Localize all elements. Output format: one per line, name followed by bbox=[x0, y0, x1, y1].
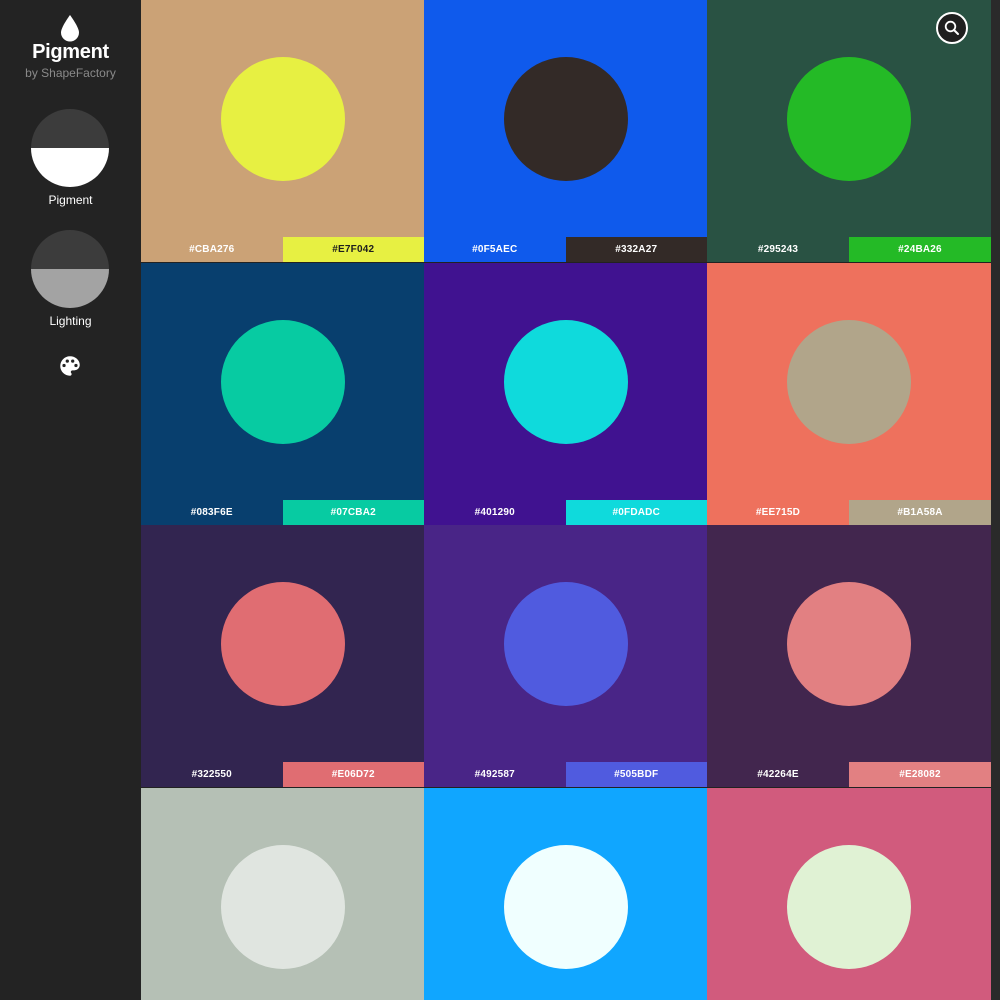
pigment-circle bbox=[220, 57, 345, 181]
palette-card[interactable]: #CBA276 #E7F042 bbox=[141, 0, 424, 263]
app-title: Pigment bbox=[32, 41, 109, 63]
palette-preview bbox=[707, 787, 991, 1000]
sidebar: Pigment by ShapeFactory Pigment Lighting bbox=[0, 0, 141, 1000]
pigment-mode-icon bbox=[31, 109, 109, 187]
pigment-circle bbox=[220, 582, 345, 706]
palette-card[interactable]: #42264E #E28082 bbox=[707, 525, 991, 788]
background-color-swatch[interactable]: #0F5AEC bbox=[424, 237, 566, 262]
swatch-row: #295243 #24BA26 bbox=[707, 237, 991, 262]
pigment-circle bbox=[220, 844, 345, 969]
palette-card[interactable] bbox=[707, 787, 991, 1000]
background-color-swatch[interactable]: #42264E bbox=[707, 762, 849, 787]
pigment-color-swatch[interactable]: #24BA26 bbox=[849, 237, 991, 262]
mode-label-lighting: Lighting bbox=[49, 314, 92, 328]
palette-card[interactable]: #492587 #505BDF bbox=[424, 525, 707, 788]
pigment-color-swatch[interactable]: #505BDF bbox=[565, 762, 707, 787]
swatch-row: #492587 #505BDF bbox=[424, 762, 707, 787]
pigment-color-swatch[interactable]: #E7F042 bbox=[282, 237, 424, 262]
water-drop-icon bbox=[61, 15, 79, 42]
swatch-row: #322550 #E06D72 bbox=[141, 762, 424, 787]
mode-label-pigment: Pigment bbox=[48, 193, 93, 207]
palette-card[interactable]: #401290 #0FDADC bbox=[424, 262, 707, 526]
mode-button-pigment[interactable]: Pigment bbox=[0, 109, 141, 209]
pigment-circle bbox=[503, 57, 628, 181]
pigment-circle bbox=[787, 57, 911, 181]
pigment-color-swatch[interactable]: #E28082 bbox=[849, 762, 991, 787]
background-color-swatch[interactable]: #295243 bbox=[707, 237, 849, 262]
pigment-circle bbox=[220, 319, 345, 444]
background-color-swatch[interactable]: #083F6E bbox=[141, 499, 283, 525]
pigment-color-swatch[interactable]: #E06D72 bbox=[282, 762, 424, 787]
swatch-row: #EE715D #B1A58A bbox=[707, 499, 991, 525]
pigment-circle bbox=[503, 582, 628, 706]
disc-bottom-half bbox=[31, 269, 109, 308]
palette-card[interactable]: #0F5AEC #332A27 bbox=[424, 0, 707, 263]
scrollbar[interactable] bbox=[991, 0, 1000, 1000]
palette-icon[interactable] bbox=[57, 353, 83, 379]
palette-preview bbox=[141, 525, 424, 762]
palette-grid: #CBA276 #E7F042 #0F5AEC #332A27 #295243 #24BA… bbox=[141, 0, 991, 1000]
palette-card[interactable] bbox=[141, 787, 424, 1000]
palette-preview bbox=[707, 262, 991, 500]
search-button[interactable] bbox=[936, 12, 968, 44]
palette-card[interactable] bbox=[424, 787, 707, 1000]
search-icon bbox=[944, 20, 959, 35]
pigment-circle bbox=[787, 582, 911, 706]
swatch-row: #0F5AEC #332A27 bbox=[424, 237, 707, 262]
lighting-mode-icon bbox=[31, 230, 109, 308]
palette-card[interactable]: #322550 #E06D72 bbox=[141, 525, 424, 788]
background-color-swatch[interactable]: #CBA276 bbox=[141, 237, 283, 262]
disc-top-half bbox=[31, 109, 109, 148]
pigment-color-swatch[interactable]: #07CBA2 bbox=[282, 499, 424, 525]
app-subtitle: by ShapeFactory bbox=[25, 66, 116, 80]
palette-preview bbox=[424, 787, 707, 1000]
palette-card[interactable]: #083F6E #07CBA2 bbox=[141, 262, 424, 526]
palette-preview bbox=[141, 262, 424, 500]
pigment-circle bbox=[787, 844, 911, 969]
disc-top-half bbox=[31, 230, 109, 269]
pigment-circle bbox=[787, 319, 911, 444]
palette-card[interactable]: #EE715D #B1A58A bbox=[707, 262, 991, 526]
background-color-swatch[interactable]: #401290 bbox=[424, 499, 566, 525]
palette-preview bbox=[424, 525, 707, 762]
palette-preview bbox=[707, 525, 991, 762]
background-color-swatch[interactable]: #322550 bbox=[141, 762, 283, 787]
pigment-color-swatch[interactable]: #332A27 bbox=[565, 237, 707, 262]
swatch-row: #CBA276 #E7F042 bbox=[141, 237, 424, 262]
swatch-row: #083F6E #07CBA2 bbox=[141, 499, 424, 525]
swatch-row: #42264E #E28082 bbox=[707, 762, 991, 787]
pigment-circle bbox=[503, 844, 628, 969]
swatch-row: #401290 #0FDADC bbox=[424, 499, 707, 525]
disc-bottom-half bbox=[31, 148, 109, 187]
palette-preview bbox=[141, 0, 424, 237]
pigment-color-swatch[interactable]: #B1A58A bbox=[849, 499, 991, 525]
background-color-swatch[interactable]: #EE715D bbox=[707, 499, 849, 525]
pigment-circle bbox=[503, 319, 628, 444]
palette-preview bbox=[424, 262, 707, 500]
palette-preview bbox=[141, 787, 424, 1000]
pigment-color-swatch[interactable]: #0FDADC bbox=[565, 499, 707, 525]
palette-preview bbox=[424, 0, 707, 237]
background-color-swatch[interactable]: #492587 bbox=[424, 762, 566, 787]
mode-button-lighting[interactable]: Lighting bbox=[0, 230, 141, 330]
